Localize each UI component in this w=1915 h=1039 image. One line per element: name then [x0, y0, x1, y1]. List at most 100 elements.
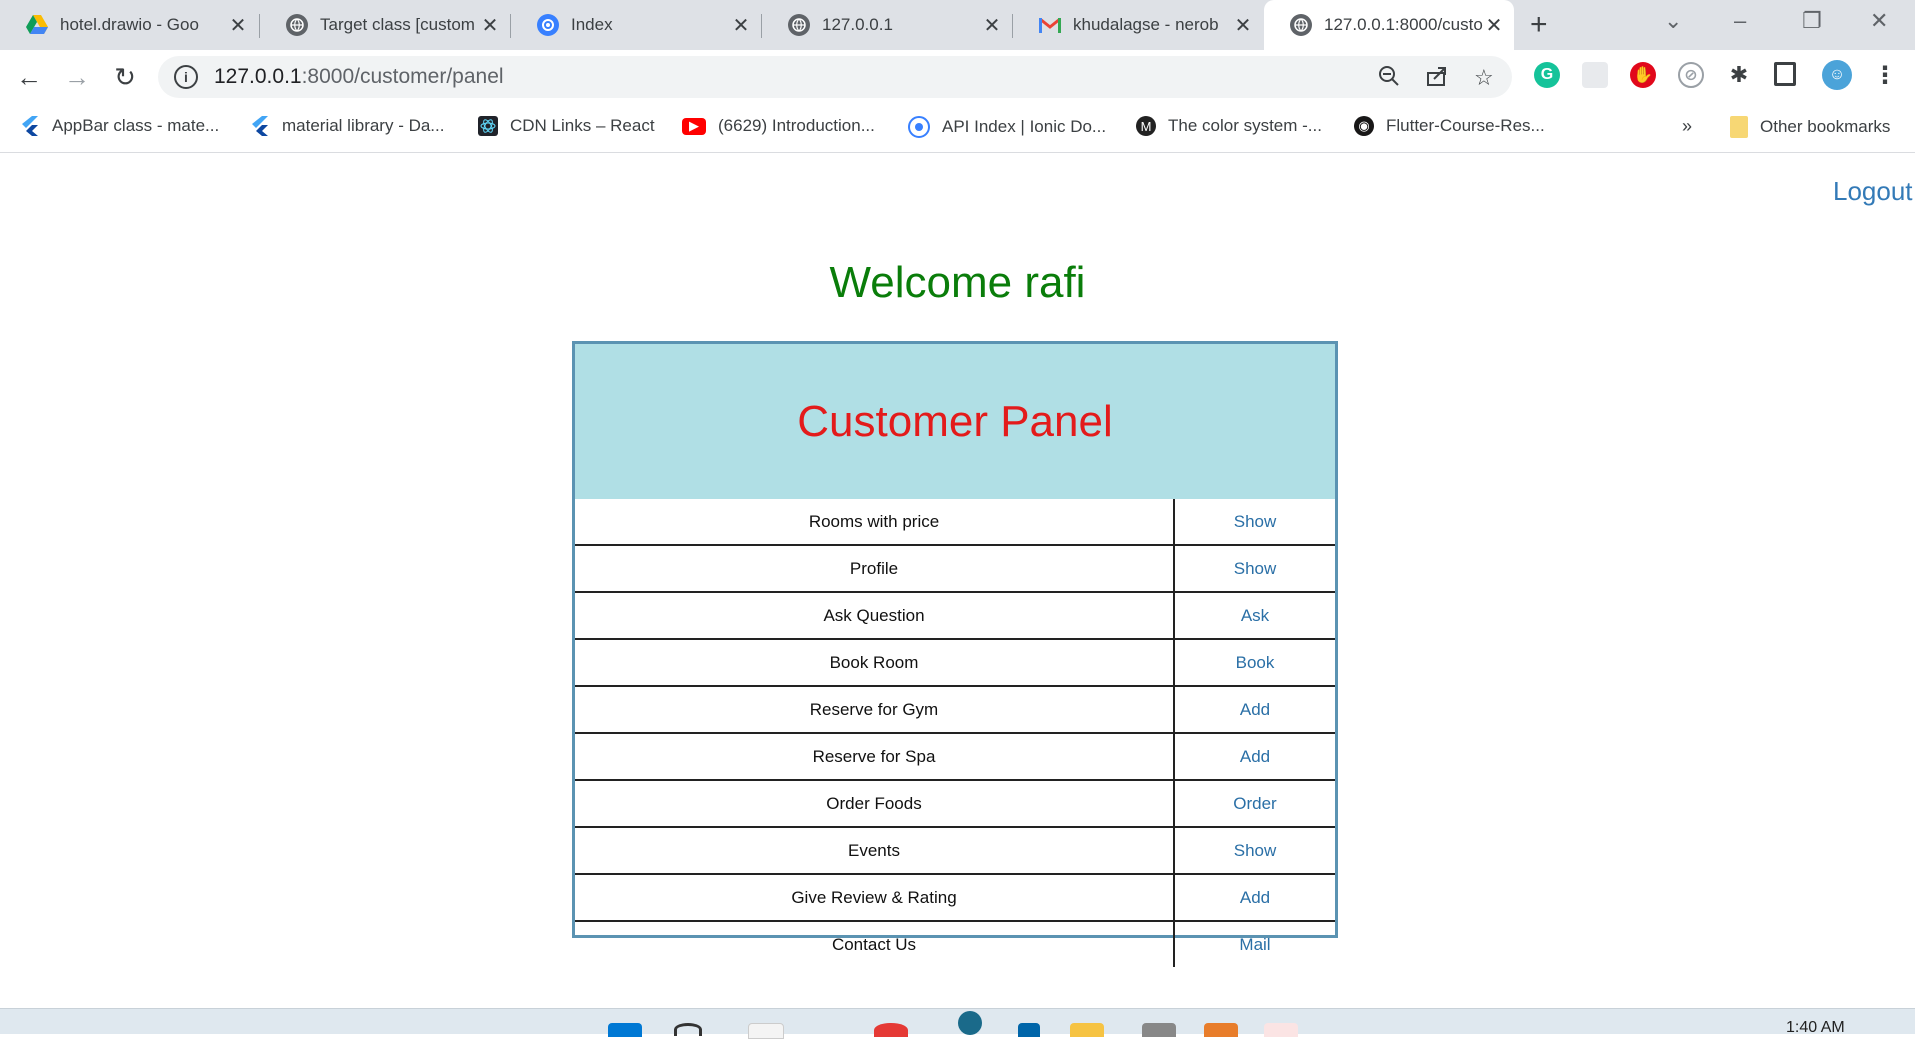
adblock-icon[interactable]: ✋: [1630, 62, 1656, 88]
youtube-icon: ▶: [682, 117, 706, 135]
bookmark-item[interactable]: M The color system -...: [1136, 116, 1322, 136]
bookmark-item[interactable]: CDN Links – React: [478, 116, 655, 136]
compass-icon[interactable]: ⊘: [1678, 62, 1704, 88]
vscode-icon[interactable]: [1018, 1023, 1040, 1037]
extension-icon[interactable]: [1582, 62, 1608, 88]
google-drive-icon: [26, 14, 48, 36]
tab-customer-panel[interactable]: 127.0.0.1:8000/custo ✕: [1264, 0, 1514, 50]
bookmark-label: CDN Links – React: [510, 116, 655, 135]
tab-index[interactable]: Index ✕: [511, 0, 761, 50]
app-icon[interactable]: [1142, 1023, 1176, 1037]
zoom-icon[interactable]: [1378, 65, 1400, 93]
other-bookmarks[interactable]: Other bookmarks: [1730, 116, 1890, 138]
table-row: Contact Us Mail: [575, 921, 1335, 967]
row-action-link[interactable]: Add: [1174, 874, 1335, 922]
bookmark-item[interactable]: API Index | Ionic Do...: [908, 116, 1106, 138]
row-action-link[interactable]: Add: [1174, 686, 1335, 734]
row-label: Give Review & Rating: [575, 874, 1175, 922]
address-bar[interactable]: i 127.0.0.1:8000/customer/panel ☆: [158, 56, 1512, 98]
table-row: Give Review & Rating Add: [575, 874, 1335, 922]
bookmark-label: material library - Da...: [282, 116, 445, 135]
file-icon[interactable]: [748, 1023, 784, 1039]
tab-hotel-drawio[interactable]: hotel.drawio - Goo ✕: [0, 0, 258, 50]
bookmark-item[interactable]: ◉ Flutter-Course-Res...: [1354, 116, 1545, 136]
ionic-icon: [537, 14, 559, 36]
table-row: Order Foods Order: [575, 780, 1335, 828]
row-action-link[interactable]: Mail: [1174, 921, 1335, 967]
bookmarks-bar: AppBar class - mate... material library …: [0, 104, 1915, 153]
close-icon[interactable]: ✕: [731, 13, 751, 38]
puzzle-icon[interactable]: ✱: [1726, 62, 1752, 88]
folder-icon[interactable]: [1070, 1023, 1104, 1037]
logout-link[interactable]: Logout: [1833, 176, 1913, 207]
row-label: Book Room: [575, 639, 1175, 687]
close-icon[interactable]: ✕: [228, 13, 248, 38]
flutter-icon: [20, 116, 40, 136]
back-arrow-icon[interactable]: ←: [14, 62, 44, 92]
panel-title: Customer Panel: [575, 344, 1335, 499]
other-bookmarks-label: Other bookmarks: [1760, 117, 1891, 136]
reload-icon[interactable]: ↻: [110, 62, 140, 92]
app-icon[interactable]: [874, 1023, 908, 1037]
row-action-link[interactable]: Add: [1174, 733, 1335, 781]
app-icon[interactable]: [1264, 1023, 1298, 1037]
tab-localhost[interactable]: 127.0.0.1 ✕: [762, 0, 1012, 50]
restore-icon[interactable]: ❐: [1802, 8, 1822, 34]
globe-icon: [286, 14, 308, 36]
bookmark-item[interactable]: ▶ (6629) Introduction...: [682, 116, 875, 136]
react-icon: [478, 116, 498, 136]
tab-search-icon[interactable]: ⌄: [1664, 8, 1682, 34]
table-row: Book Room Book: [575, 639, 1335, 687]
bookmark-item[interactable]: material library - Da...: [250, 116, 444, 136]
avatar[interactable]: ☺: [1822, 60, 1852, 90]
flutter-icon: [250, 116, 270, 136]
close-icon[interactable]: ✕: [480, 13, 500, 38]
globe-icon: [1290, 14, 1312, 36]
customer-panel: Customer Panel Rooms with price Show Prof…: [572, 341, 1338, 967]
notification-badge-icon[interactable]: [958, 1011, 982, 1035]
windows-start-icon[interactable]: [608, 1023, 642, 1037]
tab-gmail[interactable]: khudalagse - nerob ✕: [1013, 0, 1263, 50]
ionic-icon: [908, 116, 930, 138]
row-action-link[interactable]: Show: [1174, 545, 1335, 593]
minimize-icon[interactable]: –: [1734, 8, 1746, 34]
close-icon[interactable]: ✕: [1484, 13, 1504, 38]
table-row: Reserve for Spa Add: [575, 733, 1335, 781]
row-label: Events: [575, 827, 1175, 875]
row-action-link[interactable]: Ask: [1174, 592, 1335, 640]
table-row: Reserve for Gym Add: [575, 686, 1335, 734]
address-path: :8000/customer/panel: [301, 65, 504, 88]
share-icon[interactable]: [1426, 65, 1448, 93]
row-label: Order Foods: [575, 780, 1175, 828]
github-icon: ◉: [1354, 116, 1374, 136]
close-icon[interactable]: ✕: [1233, 13, 1253, 38]
close-icon[interactable]: ✕: [982, 13, 1002, 38]
row-action-link[interactable]: Order: [1174, 780, 1335, 828]
bookmark-label: AppBar class - mate...: [52, 116, 220, 135]
close-window-icon[interactable]: ✕: [1870, 8, 1888, 34]
row-action-link[interactable]: Show: [1174, 499, 1335, 546]
tab-target-class[interactable]: Target class [custom ✕: [260, 0, 510, 50]
app-icon[interactable]: [1204, 1023, 1238, 1037]
site-info-icon[interactable]: i: [174, 65, 198, 89]
bookmark-label: API Index | Ionic Do...: [942, 117, 1107, 136]
side-panel-icon[interactable]: [1774, 62, 1796, 86]
material-icon: M: [1136, 116, 1156, 136]
address-url: 127.0.0.1:8000/customer/panel: [214, 65, 504, 89]
panel-table: Rooms with price Show Profile Show Ask Que…: [575, 499, 1335, 967]
row-action-link[interactable]: Show: [1174, 827, 1335, 875]
forward-arrow-icon[interactable]: →: [62, 62, 92, 92]
new-tab-button[interactable]: +: [1530, 8, 1548, 42]
search-icon[interactable]: [674, 1023, 702, 1036]
taskbar: 1:40 AM: [0, 1008, 1915, 1039]
tab-title: hotel.drawio - Goo: [60, 15, 199, 34]
table-row: Profile Show: [575, 545, 1335, 593]
bookmarks-overflow-button[interactable]: »: [1682, 116, 1692, 137]
bookmark-star-icon[interactable]: ☆: [1474, 65, 1494, 91]
bookmark-item[interactable]: AppBar class - mate...: [20, 116, 219, 136]
row-label: Reserve for Gym: [575, 686, 1175, 734]
kebab-menu-icon[interactable]: ⋮: [1872, 62, 1898, 89]
tab-title: Target class [custom: [320, 15, 475, 34]
grammarly-icon[interactable]: G: [1534, 62, 1560, 88]
row-action-link[interactable]: Book: [1174, 639, 1335, 687]
